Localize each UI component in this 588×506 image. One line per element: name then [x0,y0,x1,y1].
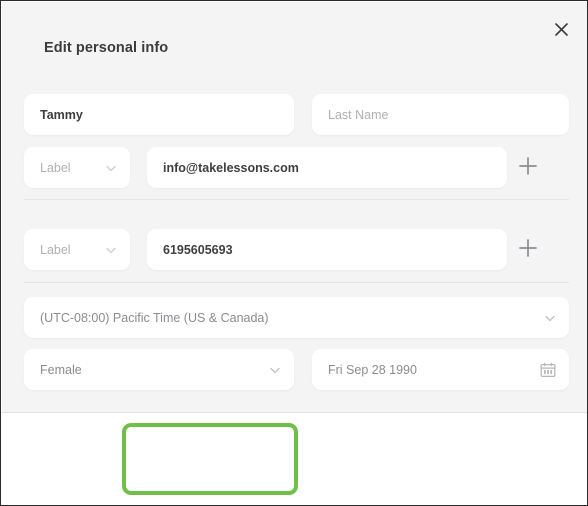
birthdate-field[interactable]: Fri Sep 28 1990 [312,349,569,390]
calendar-icon[interactable] [540,362,556,378]
dialog-body: Tammy Last Name Label info@takelessons.c… [2,82,587,412]
first-name-field[interactable]: Tammy [24,94,294,135]
chevron-down-icon [268,363,282,377]
timezone-value: (UTC-08:00) Pacific Time (US & Canada) [40,310,269,325]
birthdate-value: Fri Sep 28 1990 [328,362,417,377]
last-name-field[interactable]: Last Name [312,94,569,135]
first-name-value: Tammy [40,107,83,122]
section-divider [24,199,569,200]
dialog-header: Edit personal info [2,2,587,82]
chevron-down-icon [543,311,557,325]
phone-field[interactable]: 6195605693 [147,229,507,270]
phone-value: 6195605693 [163,242,233,257]
last-name-placeholder: Last Name [328,107,389,122]
add-email-button[interactable] [514,154,542,182]
plus-icon [517,237,539,264]
gender-value: Female [40,362,82,377]
section-divider [24,282,569,283]
chevron-down-icon [104,161,118,175]
add-phone-button[interactable] [514,236,542,264]
phone-label-select[interactable]: Label [24,229,130,270]
email-label-select[interactable]: Label [24,147,130,188]
email-field[interactable]: info@takelessons.com [147,147,507,188]
chevron-down-icon [104,243,118,257]
gender-select[interactable]: Female [24,349,294,390]
email-value: info@takelessons.com [163,160,299,175]
edit-personal-info-dialog: Edit personal info Tammy Last Name Label [2,2,587,505]
screenshot-root: Edit personal info Tammy Last Name Label [0,0,588,506]
phone-label-placeholder: Label [40,242,71,257]
dialog-footer: Save Cancel [2,412,587,505]
plus-icon [517,155,539,182]
email-label-placeholder: Label [40,160,71,175]
timezone-select[interactable]: (UTC-08:00) Pacific Time (US & Canada) [24,297,569,338]
dialog-title: Edit personal info [44,40,169,56]
close-icon[interactable] [548,16,574,42]
